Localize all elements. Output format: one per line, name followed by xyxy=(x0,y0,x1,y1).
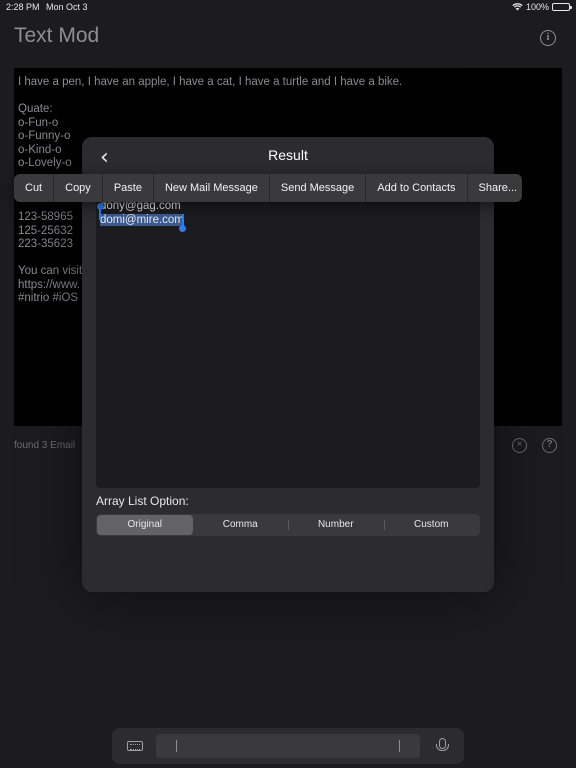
suggestion-bar[interactable] xyxy=(156,734,420,758)
status-date: Mon Oct 3 xyxy=(46,2,88,12)
mic-icon[interactable] xyxy=(436,738,449,751)
segment-original[interactable]: Original xyxy=(97,515,193,535)
selected-text: domi@mire.com xyxy=(100,213,184,226)
battery-icon xyxy=(552,3,572,11)
clear-icon[interactable]: × xyxy=(512,438,527,453)
status-time: 2:28 PM xyxy=(6,2,40,12)
edit-context-menu: Cut Copy Paste New Mail Message Send Mes… xyxy=(14,174,522,202)
help-icon[interactable]: ? xyxy=(542,438,557,453)
result-line: dony@gag.com xyxy=(100,200,181,212)
array-option-segmented-control: Original Comma Number Custom xyxy=(96,514,480,536)
result-text-area[interactable]: dony@gag.com domi@mire.com xyxy=(96,192,480,488)
menu-new-mail-message[interactable]: New Mail Message xyxy=(152,174,269,202)
menu-paste[interactable]: Paste xyxy=(101,174,153,202)
battery-percent: 100% xyxy=(525,2,549,12)
wifi-icon xyxy=(512,3,523,11)
editor-line: Quate: xyxy=(18,103,53,115)
found-count-text: found 3 Email xyxy=(14,440,76,451)
editor-line: I have a pen, I have an apple, I have a … xyxy=(18,76,403,88)
suggestion-divider xyxy=(399,740,400,752)
segment-number[interactable]: Number xyxy=(288,515,384,535)
menu-send-message[interactable]: Send Message xyxy=(268,174,365,202)
menu-cut[interactable]: Cut xyxy=(14,174,53,202)
keyboard-shortcut-bar xyxy=(112,728,464,764)
result-modal: ‹ Result dony@gag.com domi@mire.com Arra… xyxy=(82,137,494,592)
status-bar: 2:28 PM Mon Oct 3 100% xyxy=(0,0,576,14)
modal-title: Result xyxy=(268,147,308,163)
suggestion-divider xyxy=(176,740,177,752)
menu-share[interactable]: Share... xyxy=(466,174,529,202)
status-right: 100% xyxy=(512,2,572,12)
app-title: Text Mod xyxy=(14,24,100,47)
segment-comma[interactable]: Comma xyxy=(193,515,289,535)
selection-start-bar xyxy=(99,206,101,220)
keyboard-icon[interactable] xyxy=(127,741,143,751)
result-line-selected: domi@mire.com xyxy=(100,213,476,228)
editor-line: o-Fun-o xyxy=(18,116,59,129)
menu-copy[interactable]: Copy xyxy=(53,174,102,202)
info-icon[interactable]: i xyxy=(540,30,556,46)
segment-custom[interactable]: Custom xyxy=(383,515,480,535)
array-list-option-label: Array List Option: xyxy=(96,494,189,508)
menu-add-to-contacts[interactable]: Add to Contacts xyxy=(365,174,466,202)
selection-end-handle[interactable] xyxy=(179,225,186,232)
